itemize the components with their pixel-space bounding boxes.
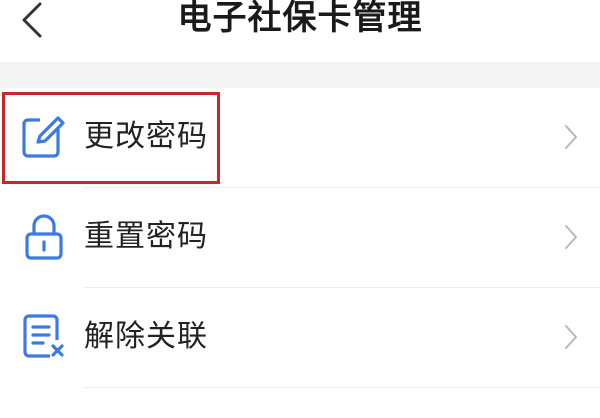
menu-list: 更改密码 重置密码 解除关联	[0, 88, 600, 388]
unlink-document-icon	[23, 314, 64, 358]
menu-item-change-password[interactable]: 更改密码	[0, 88, 600, 188]
chevron-right-icon	[565, 325, 577, 349]
menu-item-label: 重置密码	[84, 219, 208, 254]
menu-item-unlink[interactable]: 解除关联	[0, 288, 600, 388]
menu-item-reset-password[interactable]: 重置密码	[0, 188, 600, 288]
menu-item-label: 更改密码	[84, 119, 208, 154]
divider	[84, 387, 600, 388]
top-bar: 电子社保卡管理	[0, 0, 600, 62]
section-gap	[0, 62, 600, 88]
page-title: 电子社保卡管理	[177, 0, 423, 38]
chevron-right-icon	[565, 225, 577, 249]
lock-icon	[25, 214, 63, 260]
menu-item-label: 解除关联	[84, 319, 208, 354]
chevron-right-icon	[565, 125, 577, 149]
edit-icon	[22, 115, 65, 158]
